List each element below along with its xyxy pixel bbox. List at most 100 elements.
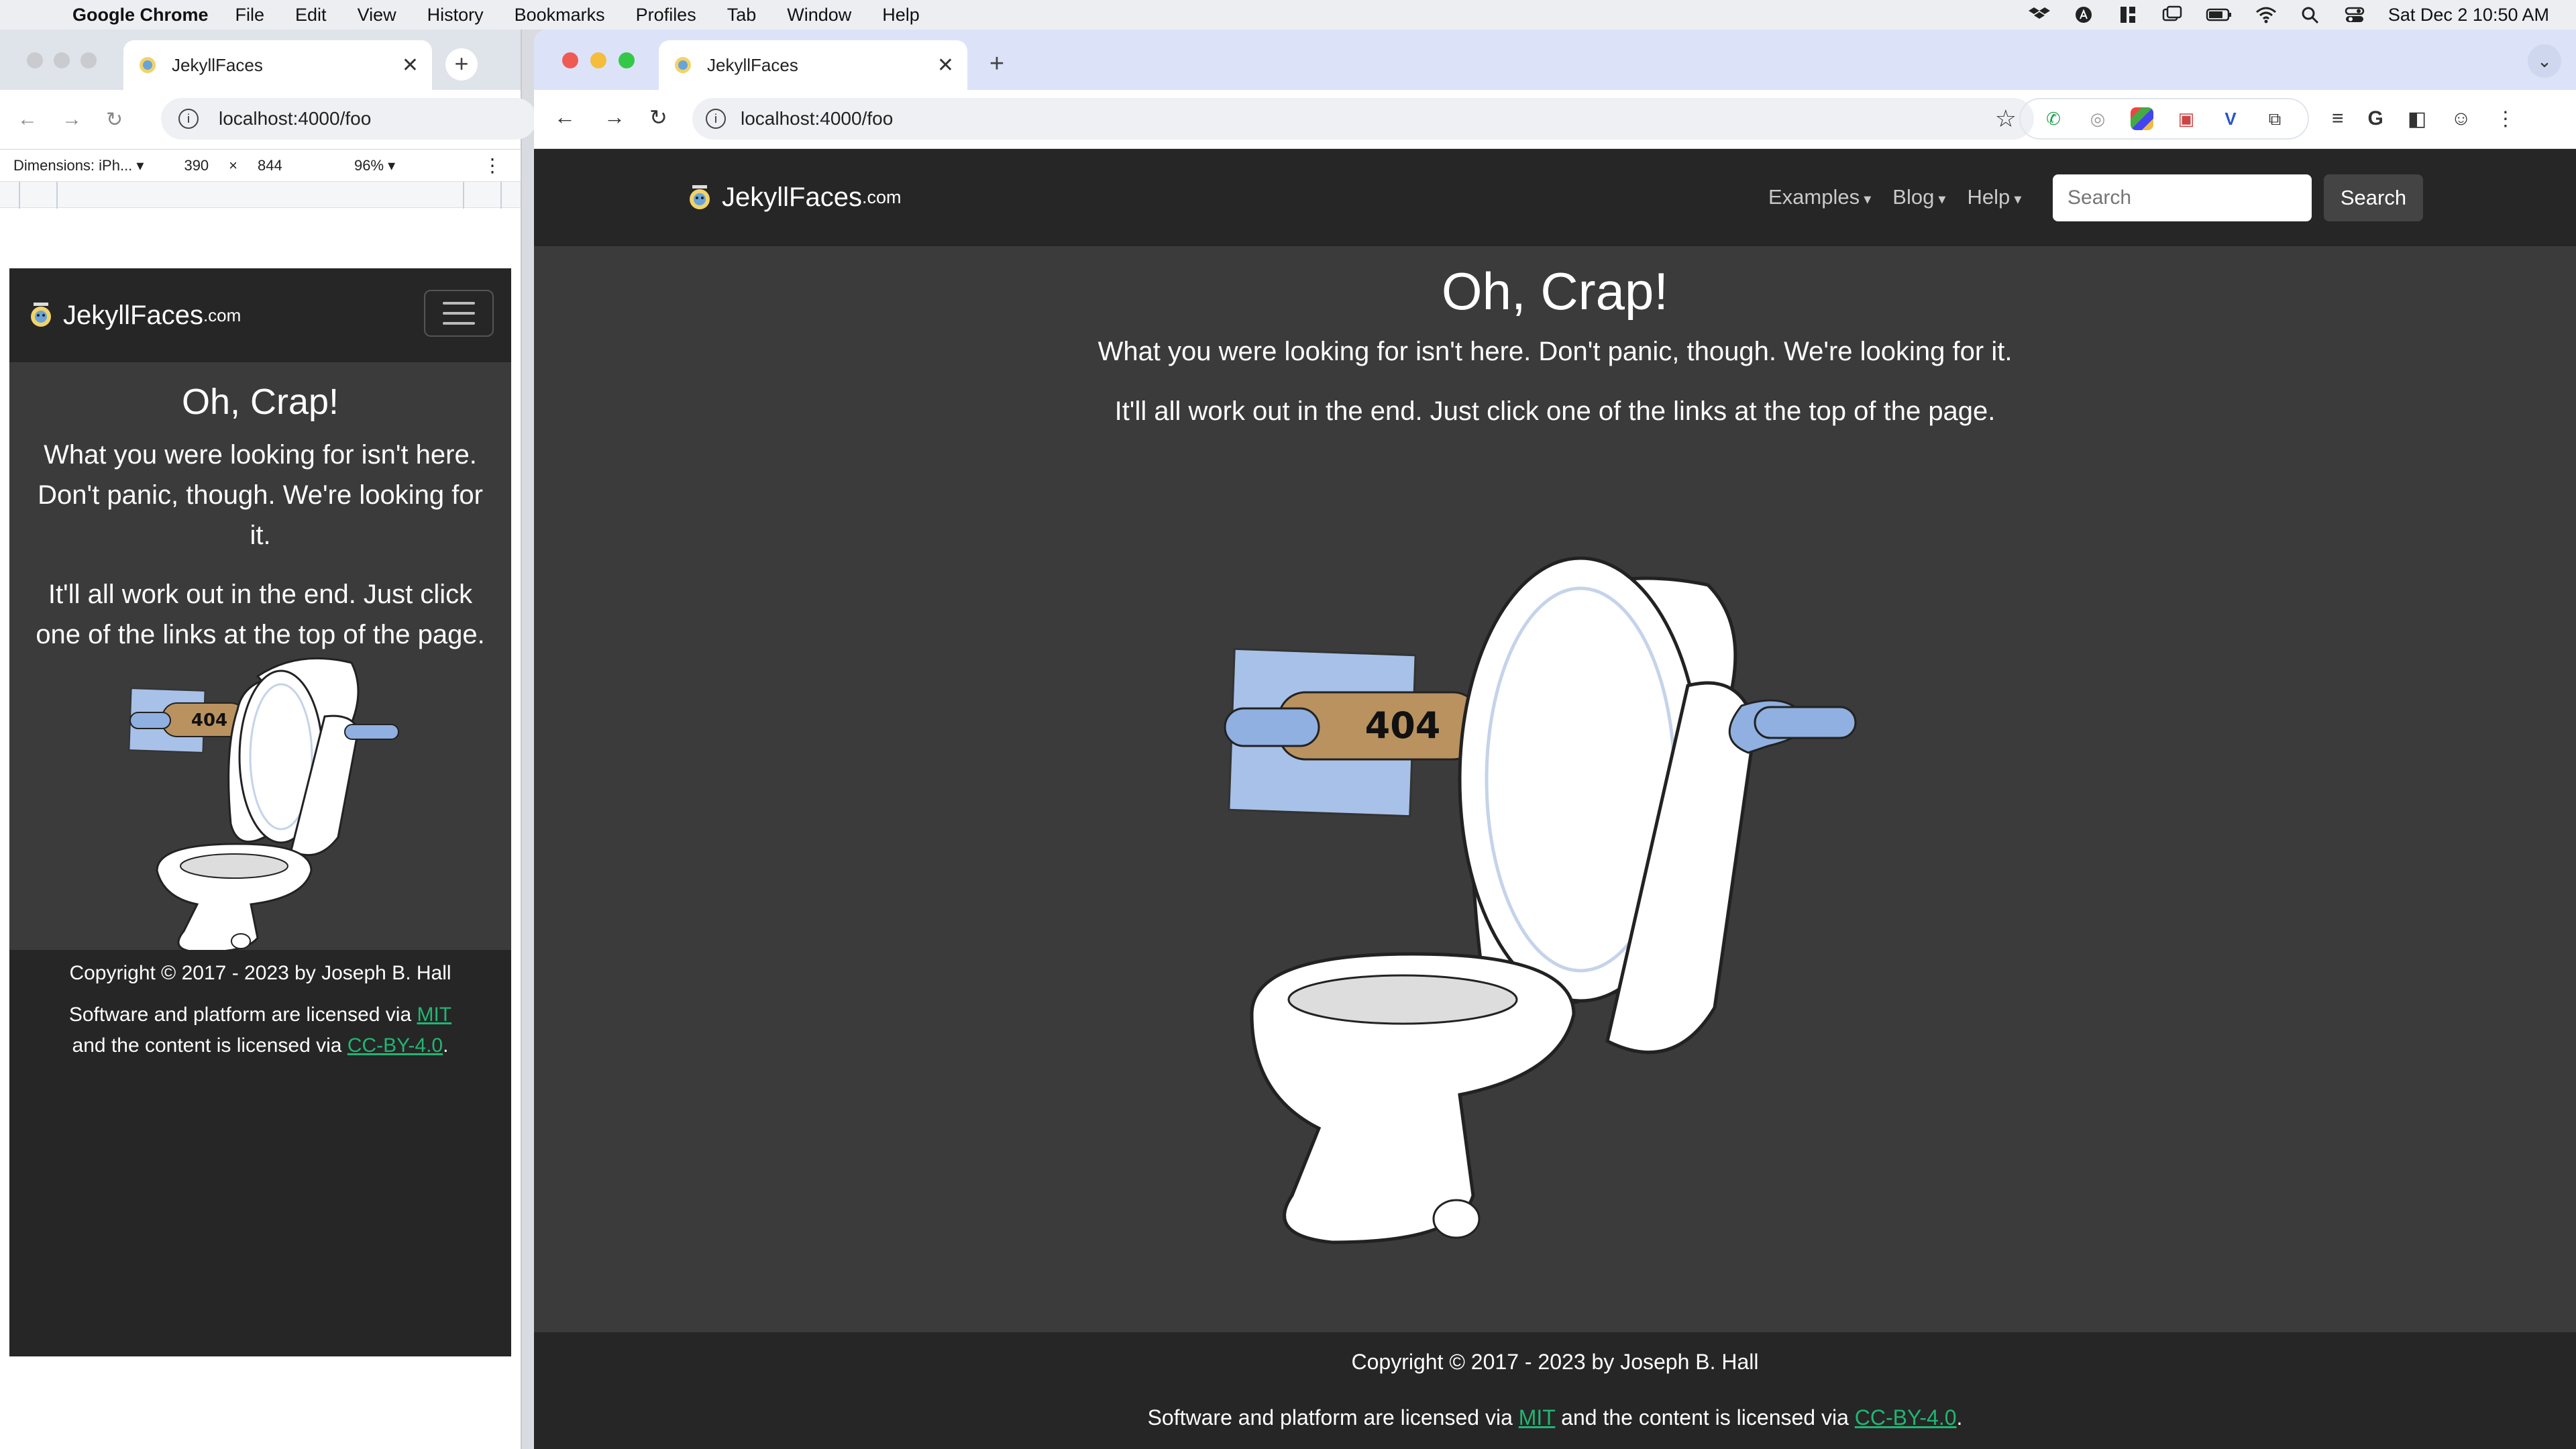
devtools-more-icon[interactable]: ⋮ — [483, 154, 502, 176]
mobile-navbar: JekyllFaces .com — [9, 268, 511, 362]
menu-bookmarks[interactable]: Bookmarks — [515, 5, 605, 25]
page-title: Oh, Crap! — [1441, 262, 1669, 321]
brand-link[interactable]: JekyllFaces .com — [686, 182, 901, 213]
nav-blog-dropdown[interactable]: Blog — [1892, 185, 1945, 209]
google-account-icon[interactable]: G — [2368, 107, 2383, 130]
grid-extension-icon[interactable] — [2131, 107, 2153, 130]
menu-edit[interactable]: Edit — [295, 5, 327, 25]
profile-avatar-icon[interactable]: ☺ — [2451, 107, 2471, 130]
site-info-icon[interactable]: i — [178, 109, 199, 129]
back-icon[interactable]: ← — [17, 108, 44, 131]
mobile-cc-link[interactable]: CC-BY-4.0 — [347, 1034, 443, 1057]
main-address-bar[interactable]: i localhost:4000/foo ☆ — [692, 98, 2034, 140]
main-url-text: localhost:4000/foo — [741, 108, 894, 129]
menu-tab[interactable]: Tab — [727, 5, 757, 25]
dropbox-icon[interactable] — [2028, 5, 2050, 24]
error-content: Oh, Crap! What you were looking for isn'… — [534, 261, 2576, 427]
zoom-window-dot[interactable] — [619, 52, 635, 68]
left-close-dot[interactable] — [27, 52, 43, 68]
cc-link[interactable]: CC-BY-4.0 — [1855, 1405, 1957, 1430]
mobile-license-middle: and the content is licensed via — [72, 1034, 342, 1057]
side-panel-icon[interactable]: ◧ — [2408, 107, 2426, 131]
left-browser-window: JekyllFaces ✕ + ← → ↻ i localhost:4000/f… — [0, 30, 537, 1449]
media-query-ruler[interactable] — [0, 181, 521, 209]
close-tab-icon[interactable]: ✕ — [937, 54, 954, 77]
license-middle: and the content is licensed via — [1561, 1405, 1849, 1430]
mobile-license-end: . — [443, 1034, 449, 1057]
minimize-window-dot[interactable] — [590, 52, 606, 68]
menubar-clock[interactable]: Sat Dec 2 10:50 AM — [2388, 5, 2549, 25]
chrome-menu-icon[interactable]: ⋮ — [2496, 107, 2516, 131]
left-tab-title: JekyllFaces — [172, 54, 263, 75]
license-end: . — [1956, 1405, 1963, 1430]
message-line2: It'll all work out in the end. Just clic… — [1114, 396, 1996, 426]
new-tab-button[interactable]: + — [981, 48, 1013, 80]
mobile-license-prefix: Software and platform are licensed via — [68, 1004, 412, 1026]
device-height-input[interactable]: 844 — [258, 157, 282, 174]
device-zoom-select[interactable]: 96% ▾ — [354, 157, 395, 174]
spotlight-search-icon[interactable] — [2300, 5, 2321, 24]
menubar-app-name[interactable]: Google Chrome — [72, 5, 209, 25]
grid-app-icon[interactable] — [2117, 5, 2139, 24]
jekyllfaces-logo-icon — [690, 184, 710, 209]
forward-icon[interactable]: → — [62, 108, 89, 131]
close-tab-icon[interactable]: ✕ — [402, 54, 419, 77]
mobile-license-line: Software and platform are licensed via M… — [9, 1000, 511, 1061]
forward-icon[interactable]: → — [604, 105, 625, 129]
menu-history[interactable]: History — [427, 5, 484, 25]
menu-profiles[interactable]: Profiles — [636, 5, 696, 25]
tab-search-chevron-icon[interactable]: ⌄ — [2528, 44, 2561, 78]
device-dimensions-select[interactable]: Dimensions: iPh... ▾ — [13, 157, 144, 174]
main-browser-window: JekyllFaces ✕ + ⌄ ← → ↻ i localhost:4000… — [534, 30, 2576, 1449]
license-prefix: Software and platform are licensed via — [1147, 1405, 1513, 1430]
copyright: Copyright © 2017 - 2023 by Joseph B. Hal… — [1351, 1350, 1759, 1374]
toolbar-right-actions: ≡ G ◧ ☺ ⋮ — [2332, 98, 2516, 140]
control-center-icon[interactable] — [2344, 5, 2365, 24]
license-line: Software and platform are licensed via M… — [534, 1405, 2576, 1430]
mobile-content: Oh, Crap! What you were looking for isn'… — [9, 362, 511, 655]
left-tab-jekyllfaces[interactable]: JekyllFaces ✕ — [123, 40, 432, 90]
hamburger-menu-button[interactable] — [424, 290, 494, 337]
left-minimize-dot[interactable] — [54, 52, 70, 68]
nav-help-dropdown[interactable]: Help — [1967, 185, 2021, 209]
menu-help[interactable]: Help — [882, 5, 920, 25]
search-button[interactable]: Search — [2324, 174, 2423, 221]
v-extension-icon[interactable]: V — [2219, 107, 2242, 130]
sync-extension-icon[interactable]: ◎ — [2086, 107, 2109, 130]
macos-menubar: Google Chrome File Edit View History Boo… — [0, 0, 2576, 30]
new-tab-button[interactable]: + — [445, 48, 478, 80]
device-width-input[interactable]: 390 — [184, 157, 209, 174]
screen-extension-icon[interactable]: ▣ — [2175, 107, 2198, 130]
site-navbar: JekyllFaces.com Examples Blog Help Searc… — [534, 149, 2576, 246]
menu-view[interactable]: View — [358, 5, 396, 25]
favicon-icon — [675, 57, 691, 73]
left-toolbar: ← → ↻ i localhost:4000/foo — [0, 90, 537, 149]
bookmark-star-icon[interactable]: ☆ — [1995, 105, 2017, 133]
site-info-icon[interactable]: i — [706, 109, 726, 129]
phone-extension-icon[interactable]: ✆ — [2042, 107, 2065, 130]
app-store-icon[interactable] — [2073, 5, 2094, 24]
close-window-dot[interactable] — [562, 52, 578, 68]
mobile-brand-link[interactable]: JekyllFaces .com — [27, 301, 241, 331]
wifi-icon[interactable] — [2255, 5, 2277, 24]
mit-link[interactable]: MIT — [1519, 1405, 1556, 1430]
window-manager-icon[interactable] — [2161, 5, 2183, 24]
mobile-page-title: Oh, Crap! — [181, 382, 339, 422]
reload-icon[interactable]: ↻ — [649, 105, 667, 130]
mobile-message-line1: What you were looking for isn't here. Do… — [38, 440, 483, 550]
nav-examples-dropdown[interactable]: Examples — [1768, 185, 1871, 209]
left-zoom-dot[interactable] — [80, 52, 97, 68]
reload-icon[interactable]: ↻ — [106, 108, 133, 131]
menu-window[interactable]: Window — [787, 5, 851, 25]
main-tab-jekyllfaces[interactable]: JekyllFaces ✕ — [659, 40, 967, 90]
battery-icon[interactable] — [2206, 5, 2233, 24]
mobile-message-line2: It'll all work out in the end. Just clic… — [36, 580, 485, 649]
back-icon[interactable]: ← — [554, 105, 576, 129]
extensions-puzzle-icon[interactable]: ⧉ — [2263, 107, 2286, 130]
reading-list-icon[interactable]: ≡ — [2332, 107, 2344, 130]
search-input[interactable] — [2053, 174, 2312, 221]
left-address-bar[interactable]: i localhost:4000/foo — [161, 98, 537, 140]
menubar-status-area: Sat Dec 2 10:50 AM — [2028, 0, 2549, 30]
menu-file[interactable]: File — [235, 5, 265, 25]
mobile-mit-link[interactable]: MIT — [417, 1004, 451, 1026]
